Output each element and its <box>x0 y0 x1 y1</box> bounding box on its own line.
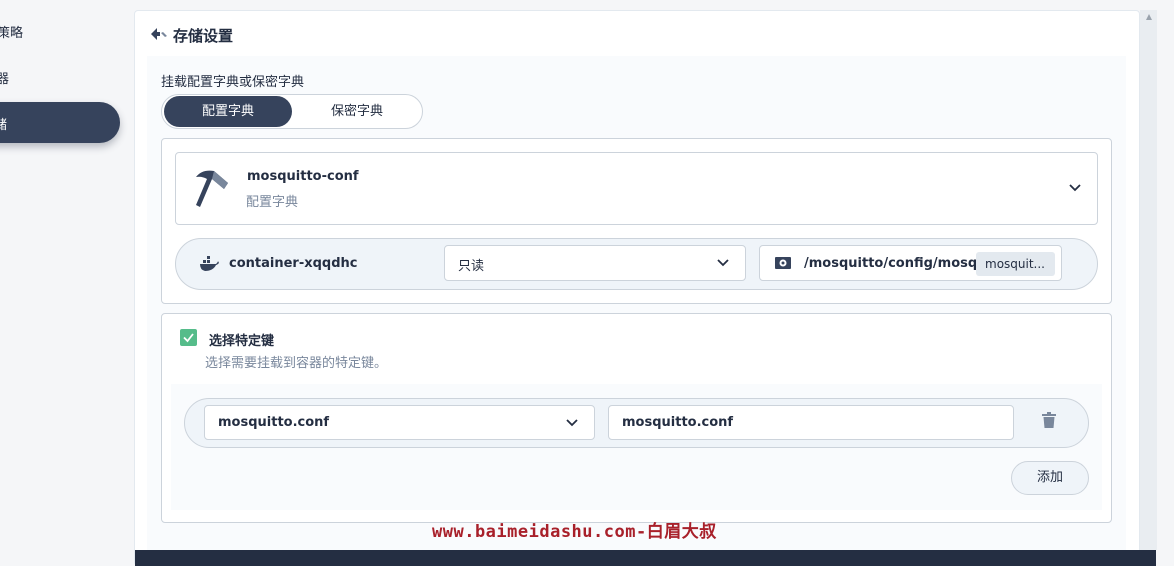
access-mode-select[interactable]: 只读 <box>444 245 746 281</box>
mount-path-icon <box>775 257 791 269</box>
mount-type-toggle: 配置字典 保密字典 <box>161 94 423 129</box>
docker-icon <box>200 256 219 271</box>
bottom-bar <box>135 550 1156 566</box>
specific-keys-label: 选择特定键 <box>209 334 275 349</box>
mount-path-value: /mosquitto/config/mosquitto.conf <box>804 256 979 271</box>
key-select[interactable]: mosquitto.conf <box>204 405 595 440</box>
key-select-value: mosquitto.conf <box>218 415 330 430</box>
sidebar-item-partial[interactable]: 器 <box>0 68 9 87</box>
toggle-configmap[interactable]: 配置字典 <box>164 96 292 127</box>
configmap-name: mosquitto-conf <box>247 169 359 184</box>
back-arrow-icon[interactable] <box>150 27 168 41</box>
chevron-down-icon[interactable] <box>1069 184 1081 192</box>
specific-keys-checkbox[interactable] <box>180 329 197 346</box>
configmap-selector[interactable] <box>175 152 1098 225</box>
sidebar-item-label: 储 <box>0 118 8 133</box>
scrollbar[interactable] <box>1140 10 1157 550</box>
sidebar-item-policy[interactable]: 策略 <box>0 22 26 41</box>
trash-icon[interactable] <box>1042 412 1056 429</box>
access-mode-value: 只读 <box>458 259 485 274</box>
key-path-input[interactable] <box>608 405 1014 440</box>
chevron-down-icon[interactable] <box>717 259 729 267</box>
page-title: 存储设置 <box>173 27 234 45</box>
sidebar: 策略 器 储 <box>0 0 134 566</box>
toggle-secret[interactable]: 保密字典 <box>293 96 421 127</box>
add-key-button[interactable]: 添加 <box>1011 461 1089 495</box>
checkmark-icon <box>183 333 194 343</box>
mount-type-label: 挂载配置字典或保密字典 <box>161 75 305 90</box>
sidebar-item-label: 器 <box>0 72 10 87</box>
sidebar-item-storage-active[interactable]: 储 <box>0 102 120 143</box>
specific-keys-description: 选择需要挂载到容器的特定键。 <box>205 356 388 371</box>
scroll-up-arrow-icon[interactable] <box>1146 14 1152 20</box>
chevron-down-icon[interactable] <box>566 419 578 427</box>
sidebar-item-label: 策略 <box>0 26 24 41</box>
watermark-text: www.baimeidashu.com-白眉大叔 <box>432 522 717 542</box>
mount-path-tag: mosquit... <box>976 252 1055 276</box>
hammer-icon <box>196 170 228 207</box>
container-name: container-xqqdhc <box>229 256 358 271</box>
configmap-type: 配置字典 <box>246 195 299 210</box>
